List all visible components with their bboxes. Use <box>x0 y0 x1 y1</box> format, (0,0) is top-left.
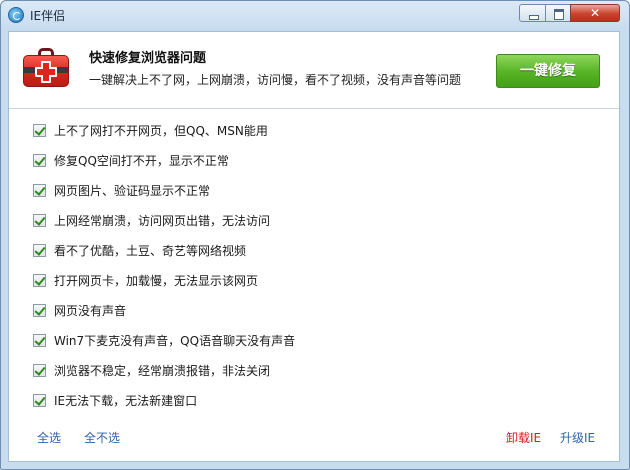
first-aid-kit-icon <box>23 48 69 88</box>
list-item[interactable]: IE无法下载，无法新建窗口 <box>33 392 593 422</box>
main-panel: 快速修复浏览器问题 一键解决上不了网，上网崩溃，访问慢，看不了视频，没有声音等问… <box>8 31 620 462</box>
header: 快速修复浏览器问题 一键解决上不了网，上网崩溃，访问慢，看不了视频，没有声音等问… <box>9 32 619 108</box>
checkbox[interactable] <box>33 334 46 347</box>
checkbox[interactable] <box>33 124 46 137</box>
list-item[interactable]: 网页图片、验证码显示不正常 <box>33 182 593 212</box>
window-title: IE伴侣 <box>30 9 66 23</box>
checkbox[interactable] <box>33 394 46 407</box>
maximize-button[interactable] <box>545 4 571 22</box>
item-label: 看不了优酷，土豆、奇艺等网络视频 <box>54 244 247 258</box>
select-all-link[interactable]: 全选 <box>37 429 61 446</box>
item-label: 上网经常崩溃，访问网页出错，无法访问 <box>54 214 271 228</box>
uninstall-ie-link[interactable]: 卸载IE <box>506 429 541 446</box>
list-item[interactable]: 修复QQ空间打不开，显示不正常 <box>33 152 593 182</box>
item-label: IE无法下载，无法新建窗口 <box>54 394 198 408</box>
header-divider <box>9 108 619 109</box>
item-label: 上不了网打不开网页，但QQ、MSN能用 <box>54 124 268 138</box>
ie-logo-icon <box>8 7 24 23</box>
header-title: 快速修复浏览器问题 <box>89 51 207 66</box>
checkbox[interactable] <box>33 244 46 257</box>
list-item[interactable]: 网页没有声音 <box>33 302 593 332</box>
item-label: Win7下麦克没有声音，QQ语音聊天没有声音 <box>54 334 296 348</box>
title-bar[interactable]: IE伴侣 ✕ <box>1 1 629 31</box>
problem-list: 上不了网打不开网页，但QQ、MSN能用 修复QQ空间打不开，显示不正常 网页图片… <box>33 122 593 422</box>
checkbox[interactable] <box>33 214 46 227</box>
checkbox[interactable] <box>33 184 46 197</box>
checkbox[interactable] <box>33 154 46 167</box>
checkbox[interactable] <box>33 274 46 287</box>
minimize-button[interactable] <box>519 4 546 22</box>
list-item[interactable]: 上网经常崩溃，访问网页出错，无法访问 <box>33 212 593 242</box>
checkbox[interactable] <box>33 304 46 317</box>
close-icon: ✕ <box>589 6 601 20</box>
footer: 全选 全不选 卸载IE 升级IE <box>9 427 619 451</box>
list-item[interactable]: 看不了优酷，土豆、奇艺等网络视频 <box>33 242 593 272</box>
select-none-link[interactable]: 全不选 <box>84 429 120 446</box>
list-item[interactable]: 上不了网打不开网页，但QQ、MSN能用 <box>33 122 593 152</box>
close-button[interactable]: ✕ <box>570 4 620 22</box>
list-item[interactable]: 打开网页卡，加载慢，无法显示该网页 <box>33 272 593 302</box>
list-item[interactable]: Win7下麦克没有声音，QQ语音聊天没有声音 <box>33 332 593 362</box>
header-subtitle: 一键解决上不了网，上网崩溃，访问慢，看不了视频，没有声音等问题 <box>89 73 462 87</box>
one-click-fix-button[interactable]: 一键修复 <box>496 54 600 88</box>
item-label: 网页没有声音 <box>54 304 127 318</box>
item-label: 打开网页卡，加载慢，无法显示该网页 <box>54 274 259 288</box>
app-window: IE伴侣 ✕ 快速修复浏览器问题 一键解决上不了网，上网崩溃，访问慢，看不了视频… <box>0 0 630 470</box>
item-label: 网页图片、验证码显示不正常 <box>54 184 211 198</box>
upgrade-ie-link[interactable]: 升级IE <box>560 429 595 446</box>
item-label: 修复QQ空间打不开，显示不正常 <box>54 154 229 168</box>
item-label: 浏览器不稳定，经常崩溃报错，非法关闭 <box>54 364 271 378</box>
list-item[interactable]: 浏览器不稳定，经常崩溃报错，非法关闭 <box>33 362 593 392</box>
checkbox[interactable] <box>33 364 46 377</box>
